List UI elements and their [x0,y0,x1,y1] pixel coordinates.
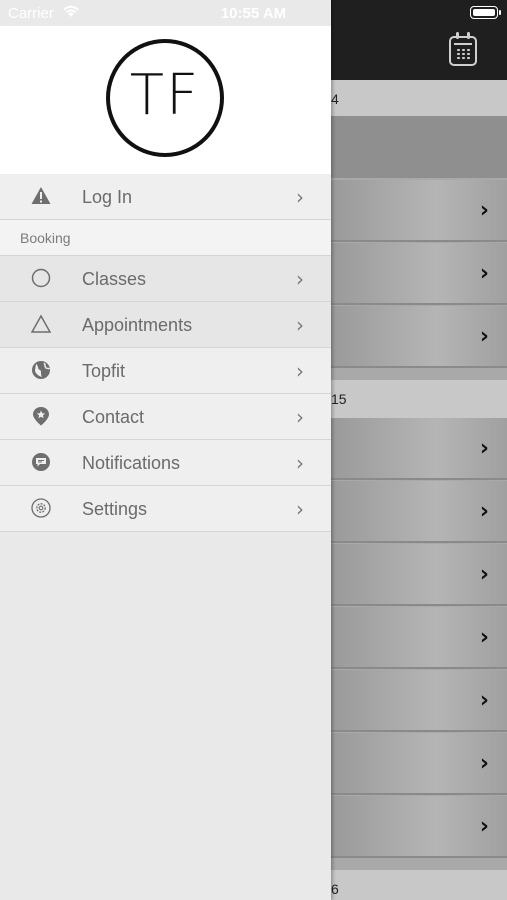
list-item[interactable]: › [331,544,507,606]
list-item[interactable]: › [331,796,507,858]
chevron-right-icon: › [479,751,489,776]
gear-icon [31,498,51,518]
chevron-right-icon: › [296,451,304,475]
list-item[interactable]: › [331,180,507,242]
menu-item-classes[interactable]: Classes › [0,256,331,302]
menu-item-topfit[interactable]: Topfit › [0,348,331,394]
chevron-right-icon: › [479,261,489,286]
clock: 10:55 AM [220,5,287,22]
menu-item-settings[interactable]: Settings › [0,486,331,532]
chevron-right-icon: › [296,267,304,291]
menu-item-notifications[interactable]: Notifications › [0,440,331,486]
chevron-right-icon: › [479,436,489,461]
menu-item-label: Contact [82,407,145,427]
warning-icon [31,187,51,204]
chevron-right-icon: › [296,359,304,383]
section-label: Booking [20,230,71,246]
list-item[interactable]: › [331,607,507,669]
list-item[interactable]: › [331,670,507,732]
menu-item-label: Settings [82,499,148,519]
menu-item-contact[interactable]: Contact › [0,394,331,440]
logo-header: TF [0,26,331,174]
chevron-right-icon: › [479,198,489,223]
chevron-right-icon: › [296,313,304,337]
menu-item-appointments[interactable]: Appointments › [0,302,331,348]
date-header: 4 [331,80,507,118]
list-item[interactable]: › [331,481,507,543]
date-header: 15 [331,380,507,418]
menu-item-label: Log In [82,187,133,207]
section-header-booking: Booking [0,220,331,256]
date-header: 6 [331,870,507,900]
menu-item-label: Classes [82,269,147,289]
calendar-icon[interactable] [449,32,477,66]
circle-icon [31,268,51,288]
status-bar: Carrier 10:55 AM [0,0,507,26]
chevron-right-icon: › [296,497,304,521]
list-item[interactable]: › [331,418,507,480]
chevron-right-icon: › [296,405,304,429]
chevron-right-icon: › [479,625,489,650]
chevron-right-icon: › [296,185,304,209]
location-pin-icon [33,407,49,426]
hero-image [331,116,507,178]
menu-item-log-in[interactable]: Log In › [0,174,331,220]
drawer-menu: Log In › Booking Classes › Appointments … [0,174,331,532]
chevron-right-icon: › [479,814,489,839]
side-drawer: TF Log In › Booking Classes › Appointmen… [0,0,331,900]
list-item[interactable]: › [331,306,507,368]
menu-item-label: Topfit [82,361,126,381]
chevron-right-icon: › [479,499,489,524]
list-item[interactable]: › [331,243,507,305]
logo-text: TF [129,63,201,128]
battery-icon [470,6,501,19]
globe-icon [32,361,51,379]
list-item[interactable]: › [331,733,507,795]
chevron-right-icon: › [479,562,489,587]
chevron-right-icon: › [479,688,489,713]
brand-logo: TF [106,39,224,157]
triangle-icon [31,314,51,333]
chat-bubble-icon [32,453,50,471]
menu-item-label: Appointments [82,315,193,335]
chevron-right-icon: › [479,324,489,349]
menu-item-label: Notifications [82,453,181,473]
